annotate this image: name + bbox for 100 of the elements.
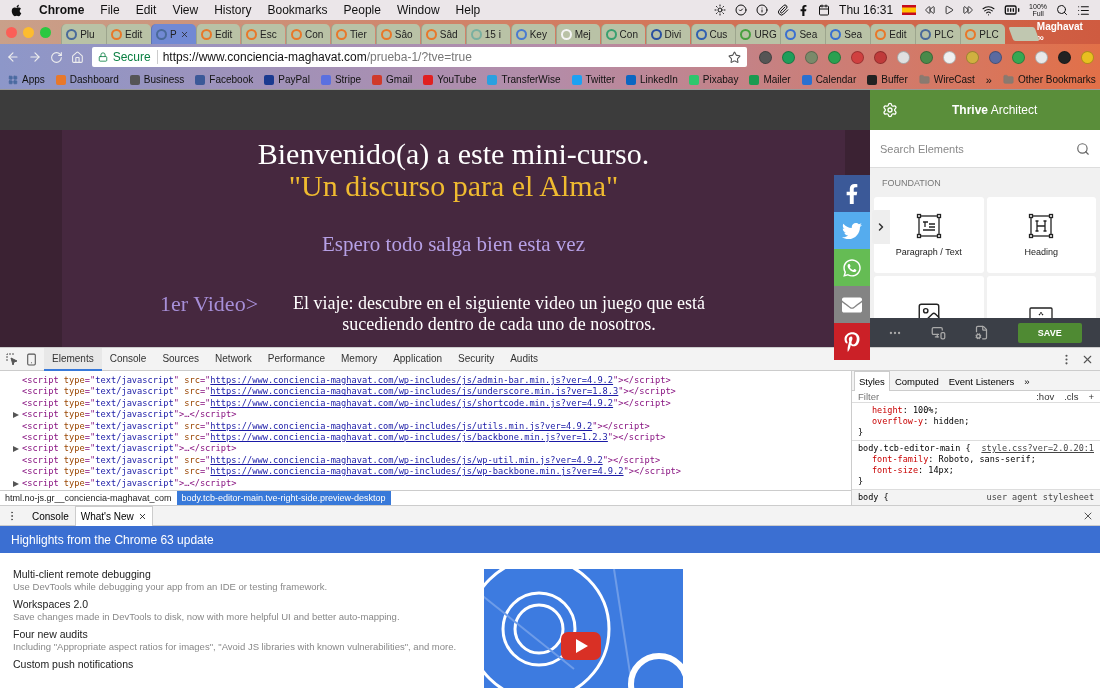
breadcrumb[interactable]: html.no-js.gr__conciencia-maghavat_com [0,491,177,505]
code-link[interactable]: https://www.conciencia-maghavat.com/wp-includes/js/backbone.min.js?ver=1.2.3 [210,431,608,442]
bookmark-item[interactable]: Facebook [195,74,254,85]
wifi-icon[interactable] [982,3,996,17]
source-link[interactable]: style.css?ver=2.0.20:1 [981,443,1094,454]
paperclip-icon[interactable] [777,4,790,16]
code-link[interactable]: https://www.conciencia-maghavat.com/wp-includes/js/underscore.min.js?ver=1.8.3 [210,386,619,397]
devtools-tab[interactable]: Console [101,347,155,371]
devtools-tab[interactable]: Network [207,347,260,371]
share-button[interactable] [834,323,870,360]
class-toggle[interactable]: .cls [1064,391,1079,402]
browser-tab[interactable]: Edit [106,24,151,44]
browser-tab[interactable]: Sâd [420,24,466,44]
browser-tab[interactable]: Plu [61,24,106,44]
styles-tab[interactable]: Event Listeners [943,370,1020,391]
menu-item[interactable]: People [343,3,381,17]
close-icon[interactable] [137,511,147,521]
devtools-tab[interactable]: Elements [44,347,102,371]
code-link[interactable]: https://www.conciencia-maghavat.com/wp-includes/js/wp-backbone.min.js?ver=4.9.2 [210,466,624,477]
extension-icon[interactable] [989,50,1002,64]
browser-tab[interactable]: P [151,24,196,44]
browser-tab[interactable]: Edit [870,24,915,44]
forward-icon[interactable] [27,50,42,64]
bookmark-item[interactable]: Twitter [571,74,615,85]
bookmark-item[interactable]: Buffer [867,74,908,85]
code-line[interactable]: <script type="text/javascript">…</script> [22,409,851,421]
extension-icon[interactable] [1058,50,1071,64]
expand-triangle-icon[interactable] [13,446,19,453]
device-toolbar-icon[interactable] [25,352,38,366]
code-line[interactable]: <script type="text/javascript" src="https://www.conciencia-maghavat.com/wp-includes/js/underscore.min.js?ver=1.8.3"></script> [22,386,851,398]
bookmark-item[interactable]: Mailer [749,74,791,85]
code-link[interactable]: https://www.conciencia-maghavat.com/wp-includes/js/wp-util.min.js?ver=4.9.2 [210,454,603,465]
sun-icon[interactable] [714,4,727,16]
browser-tab[interactable]: Sâo [375,24,421,44]
code-line[interactable]: <script type="text/javascript" src="https://www.conciencia-maghavat.com/wp-includes/js/shortcode.min.js?ver=4.9.2"></script> [22,397,851,410]
code-line[interactable]: <script type="text/javascript" src="https://www.conciencia-maghavat.com/wp-includes/js/backbone.min.js?ver=1.2.3"></script> [22,431,851,444]
battery-icon[interactable] [1004,2,1021,18]
address-bar[interactable]: Secure https://www.conciencia-maghavat.com/prueba-1/?tve=true [91,47,747,67]
browser-tab[interactable]: URG [735,24,780,44]
devtools-tab[interactable]: Application [385,347,451,371]
menu-item[interactable]: Window [396,3,440,17]
bookmark-item[interactable]: Other Bookmarks [1002,74,1096,85]
bookmark-star-icon[interactable] [728,50,741,64]
browser-tab[interactable]: Divi [645,24,690,44]
search-field[interactable]: Search Elements [870,130,1100,168]
more-bookmarks-button[interactable]: » [985,73,992,86]
styles-tab[interactable]: Computed [889,370,944,391]
code-line[interactable]: <script type="text/javascript">…</script> [22,477,851,489]
check-circle-icon[interactable] [735,4,748,16]
browser-tab[interactable]: Mej [555,24,601,44]
code-line[interactable]: <script type="text/javascript" src="https://www.conciencia-maghavat.com/wp-includes/js/utils.min.js?ver=4.9.2"></script> [22,420,851,432]
extension-icon[interactable] [897,50,910,64]
bookmark-item[interactable]: YouTube [423,74,477,85]
bookmark-item[interactable]: TransferWise [487,74,561,85]
menu-item[interactable]: Edit [135,3,157,17]
home-icon[interactable] [70,50,84,64]
devtools-tab[interactable]: Memory [333,347,386,371]
bookmark-item[interactable]: Apps [8,74,45,85]
element-card[interactable]: Paragraph / Text [874,197,984,273]
browser-tab[interactable]: 15 i [465,24,511,44]
back-icon[interactable] [6,50,20,64]
hover-toggle[interactable]: :hov [1036,391,1055,402]
save-button[interactable]: SAVE [1017,322,1082,343]
code-link[interactable]: https://www.conciencia-maghavat.com/wp-includes/js/shortcode.min.js?ver=4.9.2 [210,397,614,408]
browser-tab[interactable]: Sea [780,24,825,44]
bookmark-item[interactable]: Stripe [320,74,362,85]
drawer-tab[interactable]: Console [26,505,75,526]
menu-item[interactable]: File [100,3,120,17]
extension-icon[interactable] [1035,50,1048,64]
bookmark-item[interactable]: Calendar [801,74,857,85]
share-button[interactable] [834,286,870,323]
code-link[interactable]: https://www.conciencia-maghavat.com/wp-includes/js/admin-bar.min.js?ver=4.9.2 [210,375,614,385]
drawer-tab[interactable]: What's New [74,505,153,526]
panel-toggle-button[interactable] [872,210,890,244]
share-button[interactable] [834,175,870,212]
rewind-icon[interactable] [925,5,936,15]
browser-tab[interactable]: Key [510,24,556,44]
browser-tab[interactable]: Con [285,24,331,44]
browser-tab[interactable]: Edit [196,24,241,44]
bookmark-item[interactable]: LinkedIn [626,74,678,85]
element-card[interactable]: Heading [986,197,1096,273]
expand-triangle-icon[interactable] [13,412,19,419]
devtools-tab[interactable]: Performance [259,347,333,371]
responsive-devices-icon[interactable] [930,325,946,340]
menu-item[interactable]: Bookmarks [267,3,328,17]
calendar-icon[interactable] [818,4,831,16]
breadcrumb[interactable]: body.tcb-editor-main.tve-right-side.preview-desktop [176,491,391,505]
bookmark-item[interactable]: Dashboard [55,74,119,85]
browser-tab[interactable]: PLC [915,24,960,44]
inspect-icon[interactable] [6,352,19,366]
browser-tab[interactable]: Cus [690,24,735,44]
bookmark-item[interactable]: WireCast [918,74,975,85]
flag-icon[interactable] [902,5,917,15]
list-icon[interactable] [1077,3,1090,17]
search-icon[interactable] [1056,4,1068,16]
extension-icon[interactable] [874,50,887,64]
menu-item[interactable]: Help [455,3,481,17]
more-tabs-button[interactable]: » [1019,370,1035,391]
code-link[interactable]: https://www.conciencia-maghavat.com/wp-includes/js/utils.min.js?ver=4.9.2 [210,420,593,431]
code-line[interactable]: <script type="text/javascript">…</script> [22,443,851,455]
